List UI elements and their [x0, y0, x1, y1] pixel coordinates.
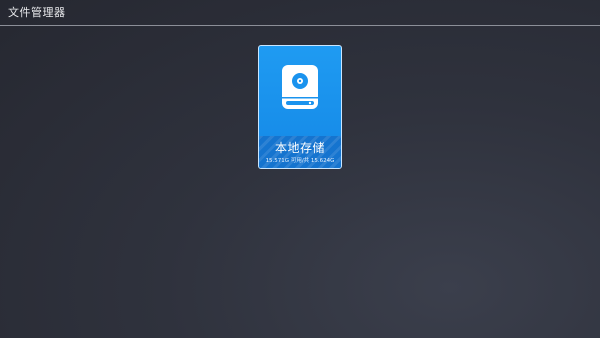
title-bar: 文件管理器 — [0, 0, 600, 26]
storage-capacity: 15.571G 可用/共 15.624G — [265, 158, 335, 164]
hard-drive-icon — [282, 65, 318, 109]
storage-name: 本地存储 — [274, 141, 325, 155]
app-title: 文件管理器 — [8, 6, 66, 19]
local-storage-card[interactable]: 本地存储 15.571G 可用/共 15.624G — [258, 45, 342, 169]
